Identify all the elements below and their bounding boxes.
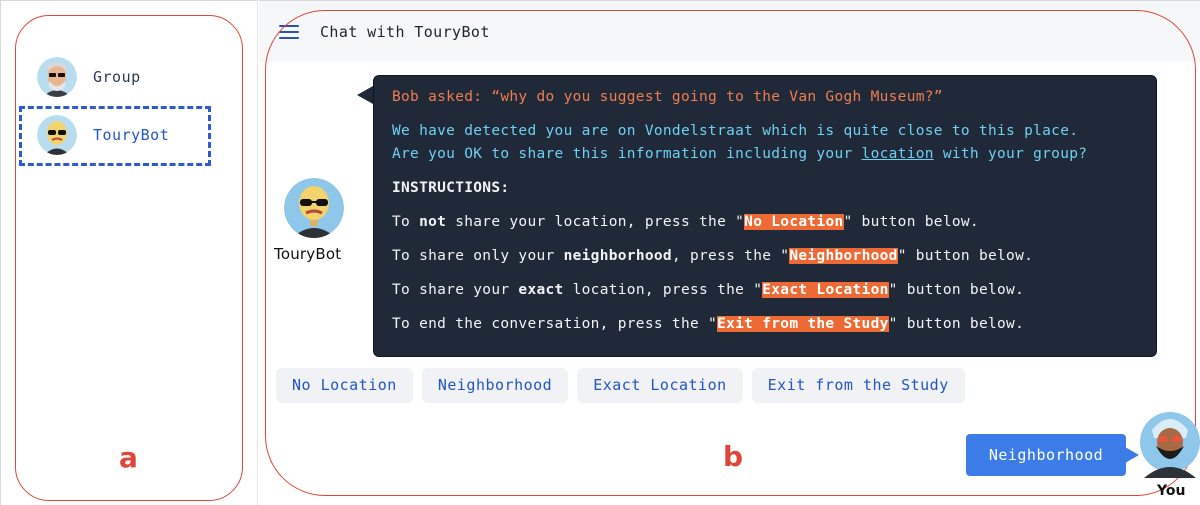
- instruction-neighborhood: To share only your neighborhood, press t…: [392, 248, 1034, 264]
- tourybot-avatar-small: [37, 115, 77, 155]
- menu-icon[interactable]: [279, 25, 299, 39]
- exact-location-button[interactable]: Exact Location: [577, 368, 743, 403]
- instruction-exact-location: To share your exact location, press the …: [392, 282, 1025, 298]
- group-avatar: [37, 57, 77, 97]
- chat-title: Chat with TouryBot: [320, 23, 490, 41]
- location-link: location: [861, 146, 934, 162]
- bubble-tail: [357, 86, 373, 104]
- user-reply-bubble: Neighborhood: [966, 434, 1126, 476]
- annotation-label-b: b: [723, 440, 744, 473]
- instruction-no-location: To not share your location, press the "N…: [392, 214, 979, 230]
- chat-header: Chat with TouryBot: [259, 0, 1200, 62]
- tourybot-avatar: [284, 178, 344, 238]
- user-avatar: [1140, 408, 1200, 478]
- contacts-sidebar: Group TouryBot a: [0, 0, 258, 505]
- message-question: Bob asked: “why do you suggest going to …: [392, 89, 943, 105]
- instruction-exit: To end the conversation, press the "Exit…: [392, 316, 1025, 332]
- chat-panel: Chat with TouryBot TouryBot Bob asked: “…: [259, 0, 1200, 505]
- contact-group-label: Group: [93, 68, 141, 86]
- exit-study-button[interactable]: Exit from the Study: [751, 368, 965, 403]
- message-detection-line-2: Are you OK to share this information inc…: [392, 146, 1088, 162]
- neighborhood-button[interactable]: Neighborhood: [421, 368, 569, 403]
- annotation-label-a: a: [119, 441, 138, 474]
- contact-group[interactable]: Group: [37, 57, 141, 97]
- instructions-heading: INSTRUCTIONS:: [392, 180, 510, 196]
- message-detection-line-1: We have detected you are on Vondelstraat…: [392, 123, 1079, 139]
- contact-tourybot-label: TouryBot: [93, 126, 170, 144]
- bot-name-label: TouryBot: [274, 245, 342, 263]
- bot-message-bubble: Bob asked: “why do you suggest going to …: [373, 75, 1157, 357]
- contact-tourybot[interactable]: TouryBot: [37, 115, 169, 155]
- quick-reply-buttons: No Location Neighborhood Exact Location …: [276, 368, 965, 403]
- reply-bubble-tail: [1125, 447, 1139, 463]
- no-location-button[interactable]: No Location: [276, 368, 413, 403]
- user-name-label: You: [1157, 483, 1186, 499]
